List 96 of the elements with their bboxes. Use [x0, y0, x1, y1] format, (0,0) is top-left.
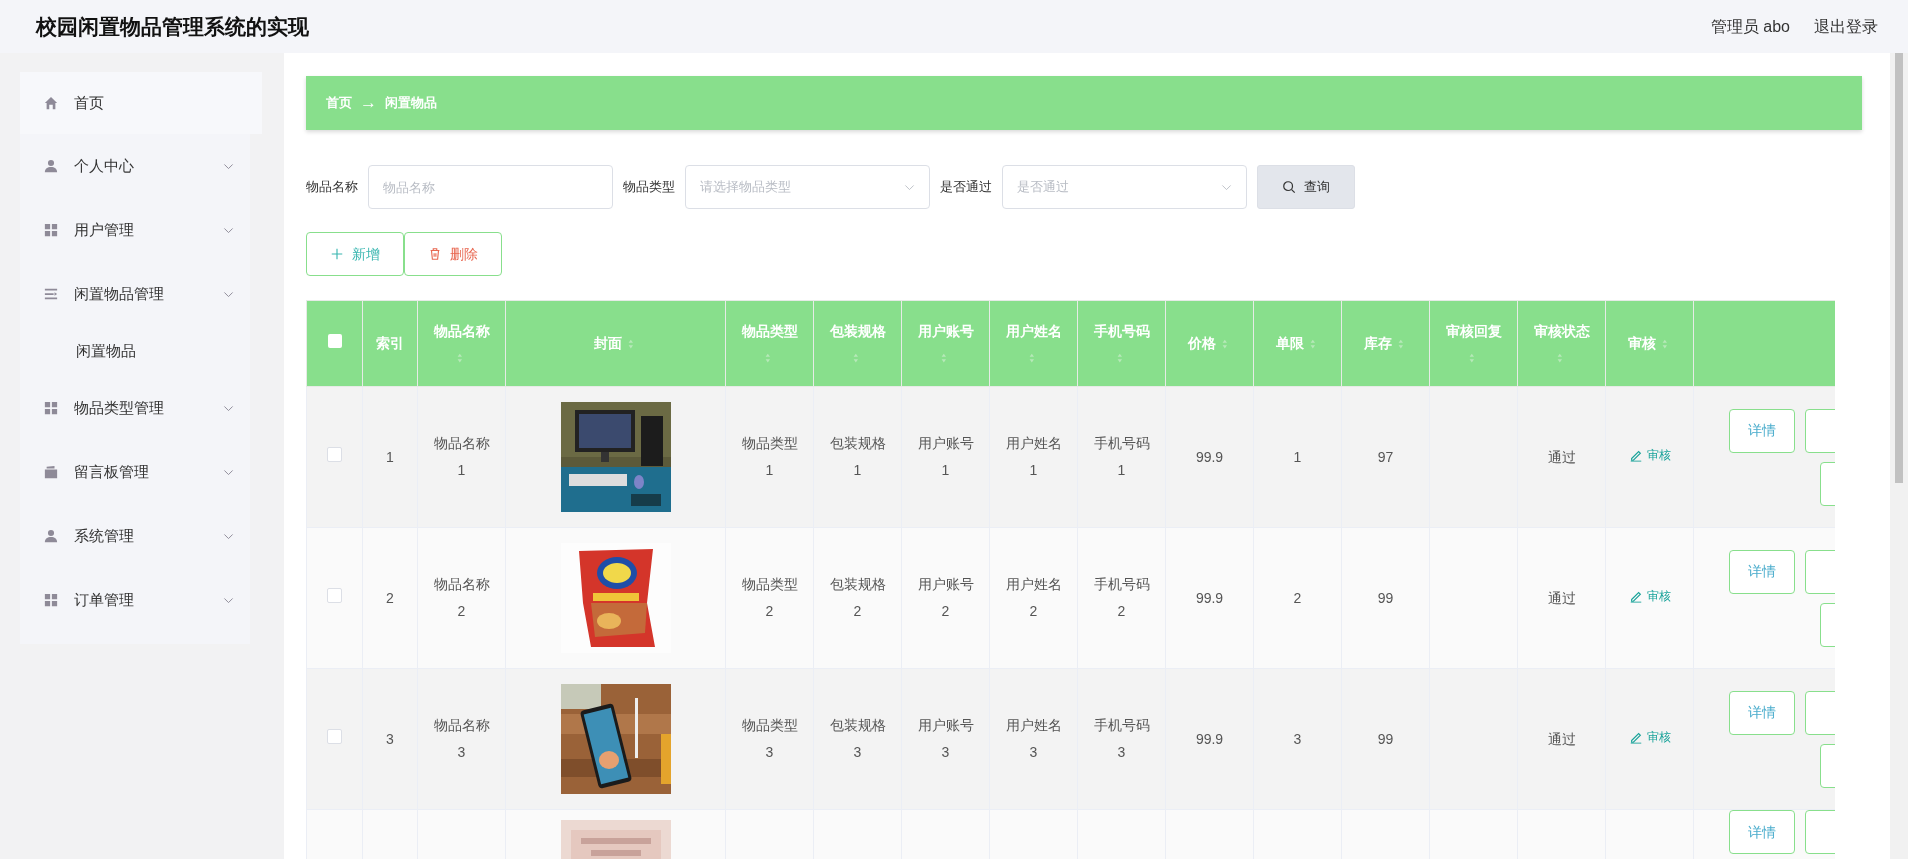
search-field[interactable]: 物品名称: [368, 165, 613, 209]
menu-item[interactable]: 个人中心: [20, 134, 250, 198]
submenu-item[interactable]: 闲置物品: [20, 326, 250, 376]
row-checkbox[interactable]: [327, 728, 342, 744]
person-icon: [44, 529, 58, 543]
table-cell-text: 包装规格2: [828, 575, 887, 621]
select-field[interactable]: 是否通过: [1002, 165, 1247, 209]
table-cell-text: 用户姓名3: [1004, 716, 1063, 762]
column-header[interactable]: 索引: [376, 333, 404, 354]
table-cell-text: 手机号码2: [1092, 575, 1151, 621]
grid-icon: [44, 223, 58, 237]
app-title: 校园闲置物品管理系统的实现: [36, 13, 309, 40]
table-cell-text: 99: [1377, 588, 1394, 608]
table-cell-text: 99.9: [1195, 447, 1224, 467]
column-header[interactable]: 物品类型: [741, 321, 798, 342]
logout-link[interactable]: 退出登录: [1814, 14, 1878, 39]
field-label: 是否通过: [940, 178, 992, 197]
table-cell-text: 2: [1293, 588, 1302, 608]
search-icon: [1282, 180, 1296, 194]
table-cell-text: 99: [1377, 729, 1394, 749]
field-label: 物品类型: [623, 178, 675, 197]
audit-link[interactable]: 审核: [1628, 446, 1671, 464]
table-cell-text: 3: [1293, 729, 1302, 749]
breadcrumb-separator: →: [360, 92, 377, 115]
table-cell-text: 3: [386, 729, 394, 749]
table-cell-text: 通过: [1547, 447, 1576, 467]
menu-item[interactable]: 物品类型管理: [20, 376, 250, 440]
table-cell-text: 2: [386, 588, 394, 608]
table-cell-text: 包装规格3: [828, 716, 887, 762]
table-cell-text: 99.9: [1195, 588, 1224, 608]
audit-link[interactable]: 审核: [1628, 587, 1671, 605]
table-cell-text: 用户账号2: [916, 575, 975, 621]
column-header[interactable]: 库存: [1363, 333, 1392, 354]
detail-button[interactable]: 详情: [1729, 690, 1795, 735]
row-checkbox[interactable]: [327, 446, 342, 462]
column-header[interactable]: 审核状态: [1533, 321, 1590, 342]
column-header[interactable]: 用户姓名: [1005, 321, 1062, 342]
column-header[interactable]: 审核回复: [1445, 321, 1502, 342]
delete-button[interactable]: 删除: [404, 232, 502, 276]
field-label: 物品名称: [306, 178, 358, 197]
header-checkbox[interactable]: [327, 334, 342, 348]
add-button[interactable]: 新增: [306, 232, 404, 276]
row-checkbox[interactable]: [327, 587, 342, 603]
table-cell-text: 99.9: [1195, 729, 1224, 749]
breadcrumb-item[interactable]: 闲置物品: [385, 93, 437, 113]
table-cell-text: 物品名称3: [432, 716, 491, 762]
table-cell-text: 用户姓名2: [1004, 575, 1063, 621]
detail-button[interactable]: 详情: [1729, 408, 1795, 453]
column-header[interactable]: 手机号码: [1093, 321, 1150, 342]
table-cell-text: 97: [1377, 447, 1394, 467]
table-cell-text: 物品类型3: [740, 716, 799, 762]
table-cell-text: 物品类型1: [740, 434, 799, 480]
column-header[interactable]: 审核: [1627, 333, 1656, 354]
menu-item[interactable]: 系统管理: [20, 504, 250, 568]
table-cell-text: 通过: [1547, 729, 1576, 749]
table-cell-text: 用户账号3: [916, 716, 975, 762]
table-cell-text: 手机号码1: [1092, 434, 1151, 480]
table-cell-text: 物品类型2: [740, 575, 799, 621]
table-cell-text: 用户账号1: [916, 434, 975, 480]
plus-icon: [330, 247, 344, 261]
scrollbar[interactable]: [1895, 53, 1903, 483]
table-cell-text: 物品名称2: [432, 575, 491, 621]
table-cell-text: 物品名称1: [432, 434, 491, 480]
detail-button[interactable]: 详情: [1729, 549, 1795, 594]
column-header[interactable]: 用户账号: [917, 321, 974, 342]
grid-icon: [44, 401, 58, 415]
table-cell-text: 1: [1293, 447, 1302, 467]
column-header[interactable]: 物品名称: [433, 321, 490, 342]
column-header[interactable]: 包装规格: [829, 321, 886, 342]
column-header[interactable]: 封面: [593, 333, 622, 354]
table-cell-text: 用户姓名1: [1004, 434, 1063, 480]
column-header[interactable]: 价格: [1187, 333, 1216, 354]
table-cell-text: 包装规格1: [828, 434, 887, 480]
home-icon: [44, 96, 58, 110]
user-link[interactable]: 管理员 abo: [1710, 14, 1790, 39]
menu-item[interactable]: 闲置物品管理: [20, 262, 250, 326]
audit-link[interactable]: 审核: [1628, 728, 1671, 746]
person-icon: [44, 159, 58, 173]
search-button[interactable]: 查询: [1257, 165, 1355, 209]
column-header[interactable]: 单限: [1275, 333, 1304, 354]
grid-icon: [44, 593, 58, 607]
table-cell-text: 通过: [1547, 588, 1576, 608]
pencil-icon: [1628, 730, 1643, 744]
menu-item[interactable]: 订单管理: [20, 568, 250, 632]
list-icon: [44, 287, 58, 301]
trash-icon: [428, 247, 442, 261]
pencil-icon: [1628, 448, 1643, 462]
menu-item[interactable]: 留言板管理: [20, 440, 250, 504]
table-cell-text: 1: [386, 447, 394, 467]
detail-button[interactable]: 详情: [1729, 810, 1795, 854]
pencil-icon: [1628, 589, 1643, 603]
wallet-icon: [44, 465, 58, 479]
breadcrumb-item[interactable]: 首页: [326, 93, 352, 113]
table-cell-text: 手机号码3: [1092, 716, 1151, 762]
select-field[interactable]: 请选择物品类型: [685, 165, 930, 209]
menu-item[interactable]: 用户管理: [20, 198, 250, 262]
